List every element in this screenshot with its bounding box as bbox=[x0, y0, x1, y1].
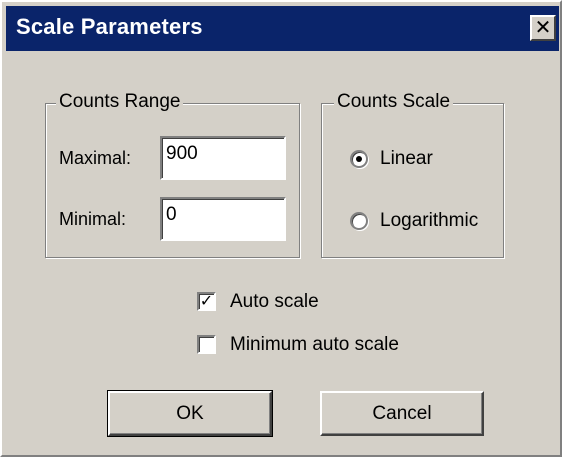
title-bar[interactable]: Scale Parameters ✕ bbox=[6, 6, 559, 51]
cancel-button[interactable]: Cancel bbox=[320, 391, 484, 436]
counts-range-legend: Counts Range bbox=[56, 91, 184, 113]
logarithmic-label[interactable]: Logarithmic bbox=[380, 210, 478, 232]
counts-range-group: Counts Range Maximal: 900 Minimal: 0 bbox=[45, 91, 300, 258]
counts-scale-legend: Counts Scale bbox=[334, 91, 454, 113]
minimal-label: Minimal: bbox=[59, 209, 127, 229]
dialog-window: Scale Parameters ✕ Counts Range Maximal:… bbox=[0, 0, 562, 457]
close-icon: ✕ bbox=[534, 17, 552, 39]
counts-scale-group: Counts Scale Linear Logarithmic bbox=[321, 91, 504, 258]
minimum-auto-scale-checkbox[interactable] bbox=[197, 335, 216, 354]
maximal-input[interactable]: 900 bbox=[160, 136, 286, 180]
close-button[interactable]: ✕ bbox=[530, 15, 556, 41]
logarithmic-radio[interactable] bbox=[350, 212, 368, 230]
minimal-input[interactable]: 0 bbox=[160, 197, 286, 241]
dialog-title: Scale Parameters bbox=[16, 14, 203, 39]
linear-label[interactable]: Linear bbox=[380, 148, 433, 170]
linear-radio[interactable] bbox=[350, 150, 368, 168]
maximal-label: Maximal: bbox=[59, 148, 132, 168]
auto-scale-checkbox[interactable]: ✓ bbox=[197, 292, 216, 311]
checkmark-icon: ✓ bbox=[199, 293, 214, 310]
ok-button[interactable]: OK bbox=[107, 390, 273, 437]
auto-scale-label[interactable]: Auto scale bbox=[230, 291, 319, 313]
minimum-auto-scale-label[interactable]: Minimum auto scale bbox=[230, 334, 399, 356]
